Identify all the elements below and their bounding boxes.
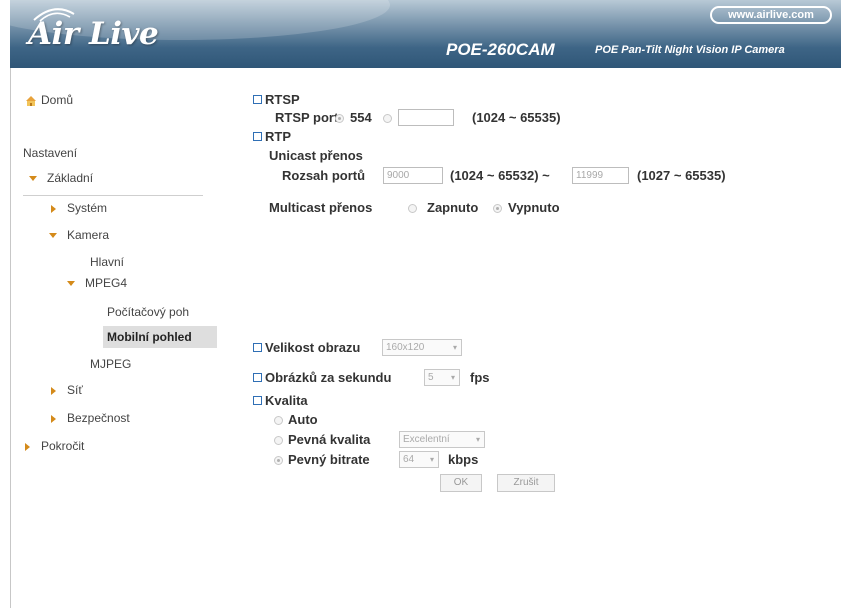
- rtsp-heading: RTSP: [253, 92, 300, 107]
- rtsp-port-label: RTSP port: [275, 110, 339, 125]
- square-bullet-icon: [253, 343, 262, 353]
- multicast-on-label[interactable]: Zapnuto: [427, 200, 478, 215]
- rtsp-port-default-radio[interactable]: [335, 114, 344, 123]
- square-bullet-icon: [253, 373, 262, 383]
- model-subtitle: POE Pan-Tilt Night Vision IP Camera: [595, 44, 785, 56]
- fixed-quality-select[interactable]: Excelentní ▾: [399, 431, 485, 448]
- sidebar-item-pokrocit[interactable]: Pokročit: [23, 436, 84, 456]
- sidebar-label-home[interactable]: Domů: [41, 93, 73, 107]
- sidebar-item-mjpeg[interactable]: MJPEG: [90, 354, 131, 374]
- square-bullet-icon: [253, 132, 262, 142]
- collapsed-arrow-icon: [51, 386, 56, 395]
- square-bullet-icon: [253, 396, 262, 406]
- quality-bitrate-radio[interactable]: [274, 456, 283, 465]
- chevron-down-icon: ▾: [429, 455, 434, 464]
- expanded-arrow-icon: [29, 176, 37, 182]
- sidebar-item-bezpecnost[interactable]: Bezpečnost: [49, 408, 130, 428]
- ok-button[interactable]: OK: [440, 474, 482, 492]
- chevron-down-icon: ▾: [450, 373, 455, 382]
- bitrate-unit: kbps: [448, 452, 479, 467]
- image-size-select[interactable]: 160x120 ▾: [382, 339, 462, 356]
- quality-auto-radio[interactable]: [274, 416, 283, 425]
- port-range-to-input[interactable]: 11999: [572, 167, 629, 184]
- sidebar-item-kamera[interactable]: Kamera: [49, 225, 109, 245]
- fps-label: Obrázků za sekundu: [253, 370, 391, 385]
- rtp-heading: RTP: [253, 129, 291, 144]
- collapsed-arrow-icon: [51, 414, 56, 423]
- sidebar-item-hlavni[interactable]: Hlavní: [90, 252, 124, 272]
- sidebar-divider: [23, 195, 203, 196]
- sidebar-item-sit[interactable]: Síť: [49, 380, 83, 400]
- port-range-label: Rozsah portů: [282, 168, 366, 183]
- fps-select[interactable]: 5 ▾: [424, 369, 460, 386]
- rtsp-port-default-value: 554: [350, 110, 372, 125]
- expanded-arrow-icon: [67, 281, 75, 287]
- sidebar-item-pocitacovy-pohled[interactable]: Počítačový poh: [107, 302, 189, 322]
- model-name: POE-260CAM: [446, 40, 555, 59]
- collapsed-arrow-icon: [51, 204, 56, 213]
- chevron-down-icon: ▾: [475, 435, 480, 444]
- sidebar-item-mobilni-pohled[interactable]: Mobilní pohled: [107, 327, 192, 347]
- sidebar-item-zakladni[interactable]: Základní: [29, 168, 93, 188]
- quality-heading: Kvalita: [253, 393, 308, 408]
- rtsp-port-input[interactable]: [398, 109, 454, 126]
- header-banner: Air Live www.airlive.com POE-260CAM POE …: [10, 0, 841, 68]
- sidebar-item-system[interactable]: Systém: [49, 198, 107, 218]
- unicast-label: Unicast přenos: [269, 148, 363, 163]
- chevron-down-icon: ▾: [452, 343, 457, 352]
- home-icon: [26, 96, 36, 107]
- expanded-arrow-icon: [49, 233, 57, 239]
- sidebar-nav: Domů Nastavení Základní Systém Kamera Hl…: [11, 68, 217, 608]
- image-size-label: Velikost obrazu: [253, 340, 360, 355]
- quality-fixed-label[interactable]: Pevná kvalita: [288, 432, 370, 447]
- multicast-off-radio[interactable]: [493, 204, 502, 213]
- rtsp-port-custom-radio[interactable]: [383, 114, 392, 123]
- multicast-on-radio[interactable]: [408, 204, 417, 213]
- quality-fixed-radio[interactable]: [274, 436, 283, 445]
- rtsp-port-range: (1024 ~ 65535): [472, 110, 561, 125]
- port-range-from-hint: (1024 ~ 65532) ~: [450, 168, 550, 183]
- cancel-button[interactable]: Zrušit: [497, 474, 555, 492]
- multicast-label: Multicast přenos: [269, 200, 373, 215]
- sidebar-item-home[interactable]: Domů: [25, 90, 73, 110]
- port-range-to-hint: (1027 ~ 65535): [637, 168, 726, 183]
- main-content: RTSP RTSP port 554 (1024 ~ 65535) RTP Un…: [210, 68, 841, 608]
- collapsed-arrow-icon: [25, 442, 30, 451]
- multicast-off-label[interactable]: Vypnuto: [508, 200, 560, 215]
- website-link[interactable]: www.airlive.com: [710, 6, 832, 24]
- fps-unit: fps: [470, 370, 490, 385]
- bitrate-select[interactable]: 64 ▾: [399, 451, 439, 468]
- quality-auto-label[interactable]: Auto: [288, 412, 318, 427]
- sidebar-item-mpeg4[interactable]: MPEG4: [67, 273, 127, 293]
- quality-bitrate-label[interactable]: Pevný bitrate: [288, 452, 370, 467]
- sidebar-section-title: Nastavení: [23, 146, 78, 160]
- square-bullet-icon: [253, 95, 262, 105]
- airlive-logo[interactable]: Air Live: [28, 16, 159, 52]
- port-range-from-input[interactable]: 9000: [383, 167, 443, 184]
